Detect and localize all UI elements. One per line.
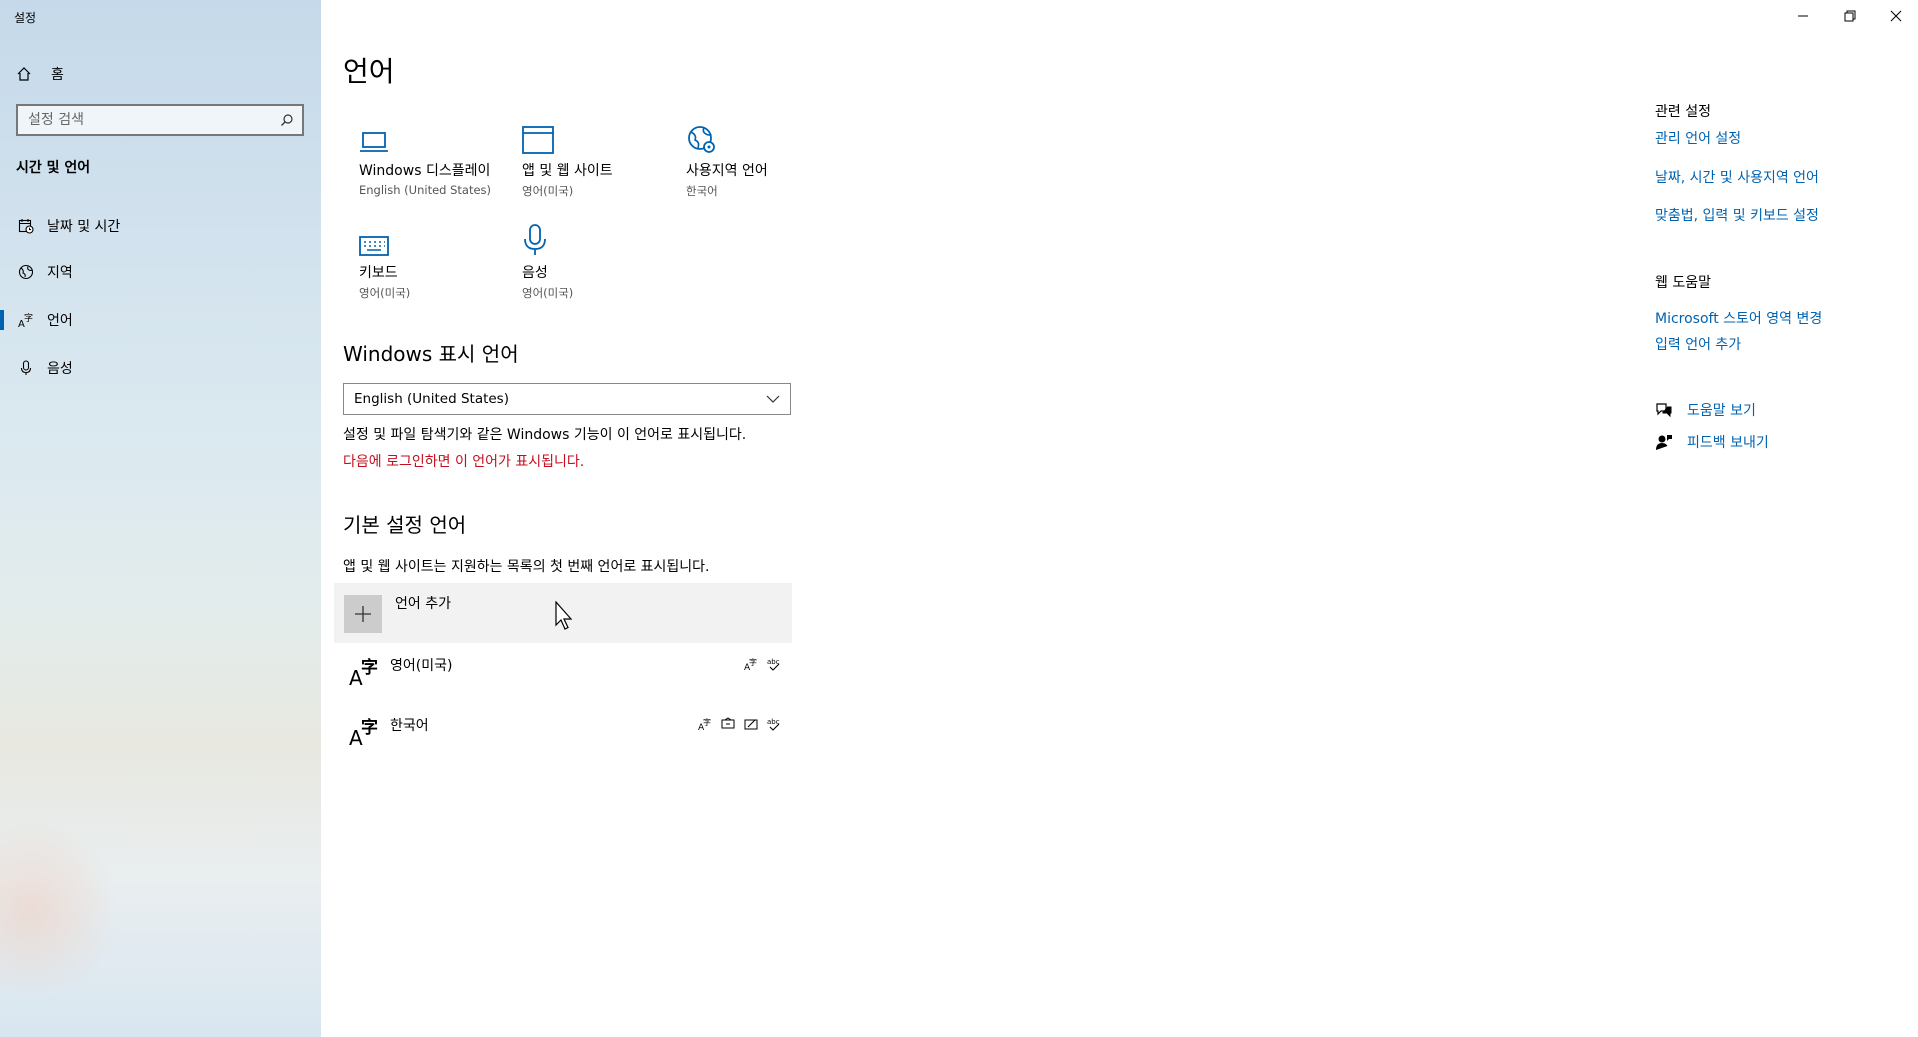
help-chat-icon xyxy=(1655,402,1675,418)
sidebar-item-region[interactable]: 지역 xyxy=(0,254,321,290)
display-language-icon: A字 xyxy=(742,655,759,672)
language-icon: A字 xyxy=(348,715,380,751)
display-language-icon: A字 xyxy=(696,715,713,732)
tile-label: 키보드 xyxy=(359,265,398,281)
language-icon: A字 xyxy=(16,312,36,328)
web-help-heading: 웹 도움말 xyxy=(1655,275,1711,291)
svg-text:字: 字 xyxy=(24,312,33,324)
restore-button[interactable] xyxy=(1827,0,1873,32)
spellcheck-icon: abc xyxy=(765,715,782,732)
home-icon xyxy=(16,66,36,82)
dropdown-value: English (United States) xyxy=(354,391,509,407)
chevron-down-icon xyxy=(766,391,780,407)
restore-icon xyxy=(1844,10,1856,22)
feedback-link[interactable]: 피드백 보내기 xyxy=(1655,431,1769,453)
tile-label: 사용지역 언어 xyxy=(686,163,768,179)
sidebar-item-speech[interactable]: 음성 xyxy=(0,350,321,386)
spellcheck-icon: abc xyxy=(765,655,782,672)
link-admin-language-settings[interactable]: 관리 언어 설정 xyxy=(1655,128,1741,148)
sidebar-item-date-time[interactable]: 날짜 및 시간 xyxy=(0,208,321,244)
display-language-heading: Windows 표시 언어 xyxy=(343,342,519,366)
tile-value: 영어(미국) xyxy=(522,184,574,198)
sidebar-item-label: 날짜 및 시간 xyxy=(47,219,121,235)
add-language-label: 언어 추가 xyxy=(395,596,451,612)
link-change-store-region[interactable]: Microsoft 스토어 영역 변경 xyxy=(1655,308,1822,328)
window-icon xyxy=(522,120,682,154)
link-spelling-typing-keyboard[interactable]: 맞춤법, 입력 및 키보드 설정 xyxy=(1655,205,1819,225)
language-name: 영어(미국) xyxy=(390,658,453,674)
close-button[interactable] xyxy=(1873,0,1918,32)
sidebar-item-label: 지역 xyxy=(47,265,73,281)
sidebar-item-label: 언어 xyxy=(47,313,73,329)
page-title: 언어 xyxy=(343,55,395,88)
language-item-en-us[interactable]: A字 영어(미국) A字 abc xyxy=(334,645,792,705)
get-help-link[interactable]: 도움말 보기 xyxy=(1655,399,1756,421)
link-date-time-region[interactable]: 날짜, 시간 및 사용지역 언어 xyxy=(1655,167,1819,187)
display-language-description: 설정 및 파일 탐색기와 같은 Windows 기능이 이 언어로 표시됩니다. xyxy=(343,427,747,443)
close-icon xyxy=(1890,10,1902,22)
feedback-icon xyxy=(1655,433,1675,451)
microphone-icon xyxy=(522,222,682,256)
tile-label: 앱 및 웹 사이트 xyxy=(522,163,613,179)
tile-apps-websites[interactable]: 앱 및 웹 사이트 영어(미국) xyxy=(522,120,682,199)
svg-text:字: 字 xyxy=(361,717,378,738)
tile-label: Windows 디스플레이 xyxy=(359,163,491,179)
speech-icon xyxy=(719,715,736,732)
nav-home-label: 홈 xyxy=(51,67,64,83)
tile-value: 영어(미국) xyxy=(522,286,574,300)
calendar-clock-icon xyxy=(16,218,36,234)
tile-regional-format[interactable]: 사용지역 언어 한국어 xyxy=(686,120,846,199)
app-title: 설정 xyxy=(14,11,37,25)
tile-value: 영어(미국) xyxy=(359,286,411,300)
display-language-warning: 다음에 로그인하면 이 언어가 표시됩니다. xyxy=(343,454,585,470)
sidebar-item-label: 음성 xyxy=(47,361,73,377)
plus-icon xyxy=(344,595,382,633)
language-features: A字 abc xyxy=(742,655,782,672)
section-title: 시간 및 언어 xyxy=(16,160,91,176)
tile-windows-display[interactable]: Windows 디스플레이 English (United States) xyxy=(359,120,519,197)
sidebar-item-language[interactable]: A字 언어 xyxy=(0,302,321,338)
laptop-icon xyxy=(359,120,519,154)
tile-label: 음성 xyxy=(522,265,548,281)
feedback-label: 피드백 보내기 xyxy=(1687,435,1769,451)
svg-text:字: 字 xyxy=(703,717,711,727)
preferred-languages-description: 앱 및 웹 사이트는 지원하는 목록의 첫 번째 언어로 표시됩니다. xyxy=(343,559,710,575)
tile-value: 한국어 xyxy=(686,184,718,198)
globe-settings-icon xyxy=(686,120,846,154)
tile-keyboard[interactable]: 키보드 영어(미국) xyxy=(359,222,519,301)
tile-speech[interactable]: 음성 영어(미국) xyxy=(522,222,682,301)
keyboard-icon xyxy=(359,222,519,256)
get-help-label: 도움말 보기 xyxy=(1687,403,1756,419)
search-box[interactable] xyxy=(16,104,304,136)
tile-value: English (United States) xyxy=(359,183,492,197)
search-icon[interactable] xyxy=(272,113,302,127)
minimize-button[interactable] xyxy=(1780,0,1826,32)
language-features: A字 abc xyxy=(696,715,782,732)
link-add-input-language[interactable]: 입력 언어 추가 xyxy=(1655,334,1741,354)
minimize-icon xyxy=(1798,15,1808,17)
related-settings-heading: 관련 설정 xyxy=(1655,104,1711,120)
svg-text:字: 字 xyxy=(361,657,378,678)
globe-icon xyxy=(16,264,36,280)
language-name: 한국어 xyxy=(390,718,429,734)
svg-text:字: 字 xyxy=(749,657,757,667)
sidebar: 설정 홈 시간 및 언어 날짜 및 시간 지역 A字 언어 음성 xyxy=(0,0,321,1037)
mouse-cursor-icon xyxy=(555,600,575,635)
preferred-languages-heading: 기본 설정 언어 xyxy=(343,513,467,537)
language-item-ko[interactable]: A字 한국어 A字 abc xyxy=(334,705,792,765)
search-input[interactable] xyxy=(18,106,272,134)
nav-home[interactable]: 홈 xyxy=(16,62,64,86)
language-icon: A字 xyxy=(348,655,380,691)
display-language-dropdown[interactable]: English (United States) xyxy=(343,383,791,415)
microphone-icon xyxy=(16,360,36,376)
handwriting-icon xyxy=(742,715,759,732)
